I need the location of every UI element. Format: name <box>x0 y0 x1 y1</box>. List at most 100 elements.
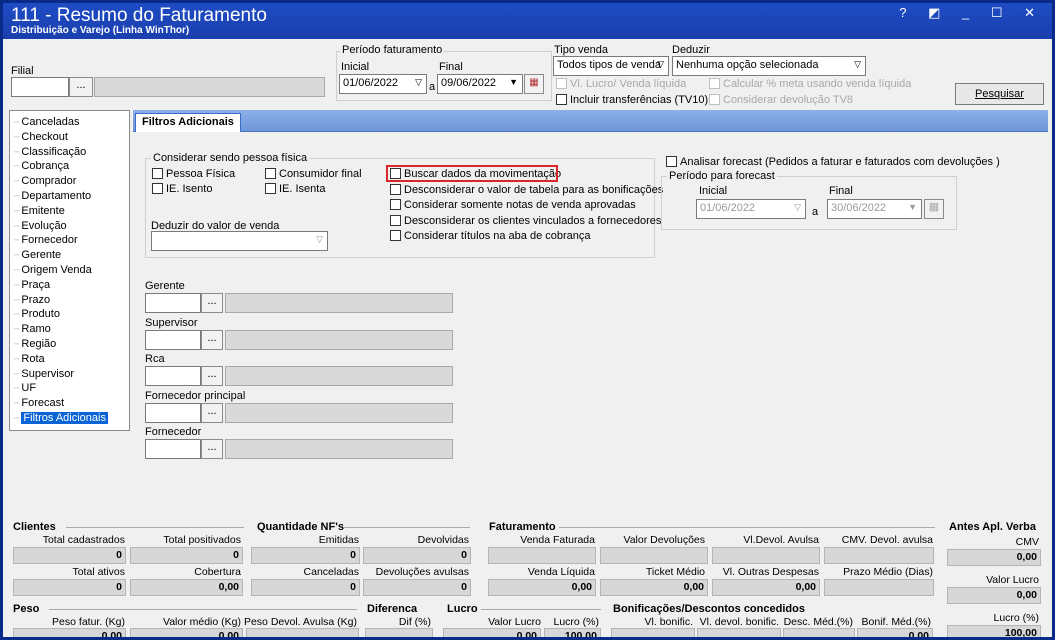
analisar-forecast-checkbox[interactable]: Analisar forecast (Pedidos a faturar e f… <box>666 156 1000 169</box>
tree-item[interactable]: ┈ Classificação <box>14 145 86 159</box>
tree-item[interactable]: ┈ UF <box>14 381 36 395</box>
forecast-inicial-input[interactable]: 01/06/2022 ▽ <box>696 199 806 219</box>
diferenca-title: Diferenca <box>367 603 418 615</box>
tab-filtros-adicionais[interactable]: Filtros Adicionais <box>135 113 241 132</box>
considerar-devolucao-checkbox[interactable]: Considerar devolução TV8 <box>709 94 853 107</box>
faturamento-title: Faturamento <box>489 521 556 533</box>
filter-browse-button[interactable]: ... <box>201 329 223 350</box>
ie-isento-checkbox[interactable]: IE. Isento <box>152 183 212 196</box>
venda-faturada-value <box>488 547 596 564</box>
filter-label: Supervisor <box>145 316 198 329</box>
calendar-icon[interactable]: ▦ <box>924 199 944 219</box>
filter-label: Rca <box>145 353 165 365</box>
filter-name-field <box>225 402 453 423</box>
tab-bar: Filtros Adicionais <box>133 110 1048 132</box>
peso-devol-label: Peso Devol. Avulsa (Kg) <box>243 616 357 628</box>
valor-lucro-value: 0,00 <box>443 628 541 637</box>
tree-item[interactable]: ┈ Ramo <box>14 322 51 336</box>
filter-browse-button[interactable]: ... <box>201 293 223 313</box>
cmv-devol-avulsa-label: CMV. Devol. avulsa <box>841 534 933 546</box>
peso-title: Peso <box>13 603 40 615</box>
tree-item[interactable]: ┈ Cobrança <box>14 159 69 173</box>
lucro-pct-value: 100,00 <box>544 628 601 637</box>
filial-name-field <box>94 77 325 97</box>
filter-code-input[interactable] <box>145 329 201 350</box>
filter-browse-button[interactable]: ... <box>201 439 223 459</box>
vl-devol-bonific-value <box>697 628 781 637</box>
tree-item[interactable]: ┈ Supervisor <box>14 367 74 381</box>
peso-fatur-label: Peso fatur. (Kg) <box>52 616 125 628</box>
filter-browse-button[interactable]: ... <box>201 402 223 423</box>
total-positivados-value: 0 <box>130 547 243 564</box>
option-checkbox[interactable]: Considerar somente notas de venda aprova… <box>390 199 636 212</box>
devolvidas-value: 0 <box>363 547 471 564</box>
calendar-icon[interactable]: ▦ <box>524 74 544 94</box>
filter-code-input[interactable] <box>145 439 201 459</box>
tree-item[interactable]: ┈ Evolução <box>14 219 67 233</box>
filter-label: Fornecedor <box>145 426 202 438</box>
filter-browse-button[interactable]: ... <box>201 366 223 386</box>
lucro-title: Lucro <box>447 603 478 615</box>
option-checkbox[interactable]: Considerar títulos na aba de cobrança <box>390 230 591 243</box>
tree-item[interactable]: ┈ Checkout <box>14 130 68 144</box>
outras-despesas-label: Vl. Outras Despesas <box>722 566 819 578</box>
vl-lucro-checkbox[interactable]: Vl. Lucro/ Venda líquida <box>556 78 686 91</box>
tree-item[interactable]: ┈ Prazo <box>14 293 50 307</box>
filter-code-input[interactable] <box>145 402 201 423</box>
filial-browse-button[interactable]: ... <box>69 77 93 97</box>
main-window: 111 - Resumo do Faturamento Distribuição… <box>3 3 1052 637</box>
antes-lucro-pct-value: 100,00 <box>947 625 1041 637</box>
tree-item[interactable]: ┈ Região <box>14 337 56 351</box>
tree-item[interactable]: ┈ Gerente <box>14 248 61 262</box>
window-controls[interactable]: ? ◩ _ ☐ ✕ <box>899 5 1044 21</box>
vl-devol-bonific-label: Vl. devol. bonific. <box>699 616 779 628</box>
filter-name-field <box>225 293 453 313</box>
inicial-label: Inicial <box>341 61 370 73</box>
filial-code-input[interactable] <box>11 77 69 97</box>
title-bar: 111 - Resumo do Faturamento Distribuição… <box>3 3 1052 39</box>
chevron-down-icon: ▽ <box>415 77 422 87</box>
clientes-title: Clientes <box>13 521 56 533</box>
tree-item[interactable]: ┈ Departamento <box>14 189 91 203</box>
tree-item[interactable]: ┈ Praça <box>14 278 50 292</box>
tipo-venda-select[interactable]: Todos tipos de venda ▽ <box>553 56 669 76</box>
ie-isenta-checkbox[interactable]: IE. Isenta <box>265 183 325 196</box>
tree-item[interactable]: ┈ Emitente <box>14 204 65 218</box>
option-checkbox[interactable]: Desconsiderar o valor de tabela para as … <box>390 183 663 197</box>
incluir-transferencias-checkbox[interactable]: Incluir transferências (TV10) <box>556 94 708 107</box>
filter-label: Gerente <box>145 280 185 292</box>
bonif-med-label: Bonif. Méd.(%) <box>861 616 931 628</box>
venda-liquida-label: Venda Líquida <box>527 566 595 578</box>
forecast-final-input[interactable]: 30/06/2022 ▼ <box>827 199 922 219</box>
filter-code-input[interactable] <box>145 293 201 313</box>
forecast-final-label: Final <box>829 185 853 197</box>
filial-label: Filial <box>11 65 34 77</box>
tree-item[interactable]: ┈ Canceladas <box>14 115 80 129</box>
tree-item[interactable]: ┈ Produto <box>14 307 60 321</box>
desc-med-value <box>783 628 855 637</box>
final-label: Final <box>439 61 463 73</box>
valor-lucro-label: Valor Lucro <box>488 616 541 628</box>
dropdown-arrow-icon: ▼ <box>509 77 518 87</box>
tree-item[interactable]: ┈ Origem Venda <box>14 263 92 277</box>
deduzir-select[interactable]: Nenhuma opção selecionada ▽ <box>672 56 866 76</box>
devolucoes-avulsas-label: Devoluções avulsas <box>375 566 469 578</box>
prazo-medio-value <box>824 579 934 596</box>
chevron-down-icon: ▽ <box>316 234 323 244</box>
tree-item[interactable]: ┈ Filtros Adicionais <box>14 411 108 425</box>
filter-label: Fornecedor principal <box>145 389 246 402</box>
pessoa-fisica-checkbox[interactable]: Pessoa Física <box>152 168 235 181</box>
pesquisar-button[interactable]: Pesquisar <box>955 83 1044 105</box>
deduzir-valor-select[interactable]: ▽ <box>151 231 328 251</box>
option-checkbox[interactable]: Desconsiderar os clientes vinculados a f… <box>390 214 661 228</box>
tree-item[interactable]: ┈ Forecast <box>14 396 64 410</box>
forecast-inicial-label: Inicial <box>699 185 728 197</box>
tree-item[interactable]: ┈ Rota <box>14 352 45 366</box>
calcular-meta-checkbox[interactable]: Calcular % meta usando venda líquida <box>709 78 911 91</box>
tree-item[interactable]: ┈ Fornecedor <box>14 233 78 247</box>
filter-code-input[interactable] <box>145 366 201 386</box>
tree-item[interactable]: ┈ Comprador <box>14 174 76 188</box>
consumidor-final-checkbox[interactable]: Consumidor final <box>265 168 362 181</box>
data-final-input[interactable]: 09/06/2022 ▼ <box>437 74 523 94</box>
data-inicial-input[interactable]: 01/06/2022 ▽ <box>339 74 427 94</box>
